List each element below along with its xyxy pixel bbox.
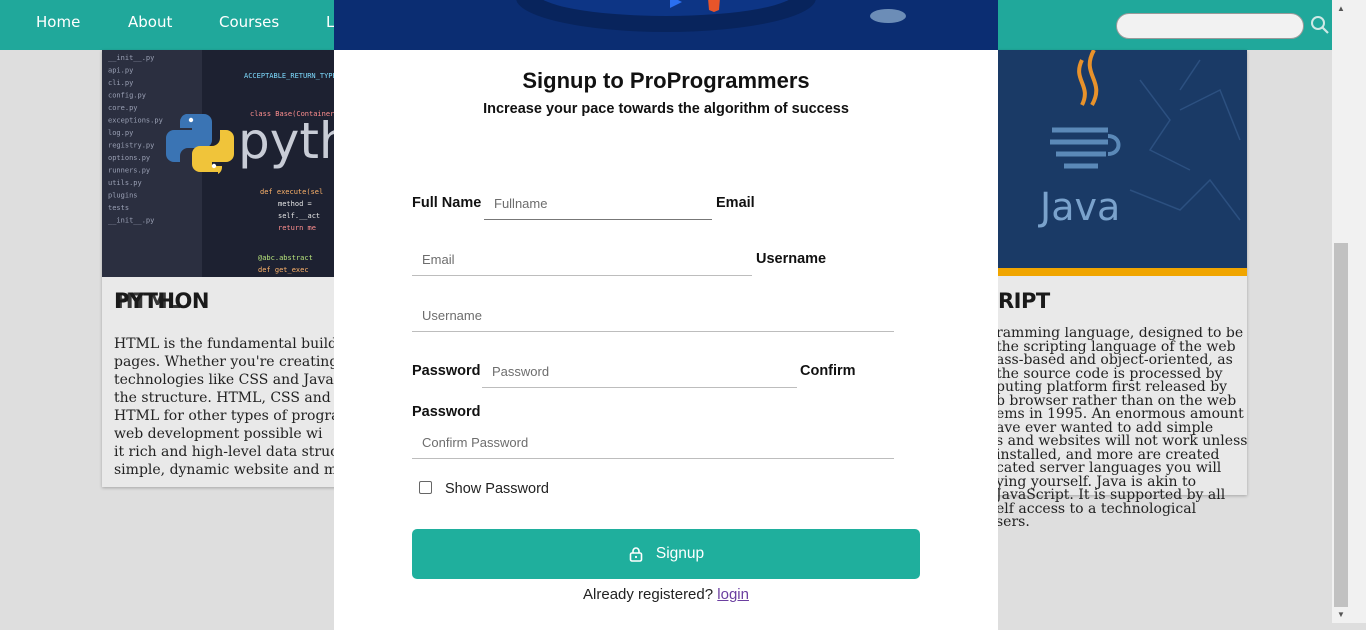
file-line: plugins bbox=[108, 192, 138, 200]
file-line: exceptions.py bbox=[108, 117, 163, 125]
file-line: log.py bbox=[108, 129, 133, 137]
email-input[interactable] bbox=[412, 243, 752, 276]
code-line: def get_exec bbox=[258, 266, 309, 274]
fullname-label: Full Name bbox=[412, 195, 482, 211]
scroll-up-arrow-icon[interactable]: ▲ bbox=[1337, 4, 1345, 13]
code-line: method = bbox=[278, 200, 312, 208]
signup-button-label: Signup bbox=[655, 545, 705, 562]
text-line: the structure. HTML, CSS and Java bbox=[114, 390, 342, 406]
lock-icon bbox=[629, 547, 643, 562]
text-line: technologies like CSS and JavaS bbox=[114, 372, 342, 388]
python-code-background: __init__.py api.py cli.py config.py core.py e… bbox=[102, 50, 342, 277]
already-registered-text: Already registered? login bbox=[334, 586, 998, 603]
java-logo-text: Java bbox=[1038, 185, 1120, 229]
scrollbar-thumb[interactable] bbox=[1334, 243, 1348, 607]
password-input[interactable] bbox=[482, 355, 797, 388]
python-card-image: __init__.py api.py cli.py config.py core.py e… bbox=[102, 50, 342, 277]
card-text-java: ramming language, designed to be the scr… bbox=[996, 327, 1247, 530]
code-line: return me bbox=[278, 224, 316, 232]
scroll-down-arrow-icon[interactable]: ▼ bbox=[1337, 610, 1345, 619]
code-line: ACCEPTABLE_RETURN_TYPES = bbox=[244, 72, 342, 80]
confirm-password-input[interactable] bbox=[412, 426, 894, 459]
code-line: self.__act bbox=[278, 212, 320, 220]
card-text-python: HTML is the fundamental building pages. … bbox=[114, 335, 342, 479]
file-line: cli.py bbox=[108, 79, 133, 87]
file-line: tests bbox=[108, 204, 129, 212]
modal-title: Signup to ProProgrammers bbox=[522, 68, 810, 93]
show-password-label[interactable]: Show Password bbox=[445, 481, 549, 497]
modal-banner-art bbox=[334, 0, 998, 50]
modal-banner bbox=[334, 0, 998, 50]
show-password-checkbox[interactable] bbox=[419, 481, 432, 494]
file-line: registry.py bbox=[108, 142, 154, 150]
file-line: runners.py bbox=[108, 167, 150, 175]
file-line: utils.py bbox=[108, 179, 142, 187]
nav-link-home[interactable]: Home bbox=[36, 13, 80, 31]
search-icon[interactable] bbox=[1310, 15, 1330, 35]
text-line: pages. Whether you're creating bbox=[114, 354, 339, 370]
text-line: web development possible wi bbox=[114, 426, 323, 442]
text-line: sers. bbox=[996, 514, 1030, 530]
nav-link-courses[interactable]: Courses bbox=[219, 13, 279, 31]
confirm-label-continued: Password bbox=[412, 404, 481, 420]
text-line: it rich and high-level data struc bbox=[114, 444, 338, 460]
file-line: __init__.py bbox=[108, 54, 154, 62]
python-logo-text: pyth bbox=[238, 112, 342, 170]
code-line: def execute(sel bbox=[260, 188, 323, 196]
username-label: Username bbox=[756, 251, 827, 267]
java-card-image: Java bbox=[990, 50, 1247, 276]
card-title-html: HTML bbox=[116, 289, 181, 313]
card-title-javascript: RIPT bbox=[998, 289, 1050, 313]
file-line: options.py bbox=[108, 154, 150, 162]
password-label: Password bbox=[412, 363, 481, 379]
java-background: Java bbox=[990, 50, 1247, 276]
already-registered-label: Already registered? bbox=[583, 586, 714, 603]
course-card-java: Java RIPT ramming language, designed to … bbox=[990, 50, 1247, 529]
text-line: HTML for other types of program bbox=[114, 408, 342, 424]
confirm-label: Confirm bbox=[800, 363, 856, 379]
modal-subtitle: Increase your pace towards the algorithm… bbox=[483, 101, 849, 117]
text-line: HTML is the fundamental building bbox=[114, 336, 342, 352]
login-link[interactable]: login bbox=[717, 586, 749, 603]
course-card-python: __init__.py api.py cli.py config.py core.py e… bbox=[102, 50, 342, 487]
email-label: Email bbox=[716, 195, 755, 211]
text-line: simple, dynamic website and more bbox=[114, 462, 342, 478]
username-input[interactable] bbox=[412, 299, 894, 332]
signup-button[interactable]: Signup bbox=[412, 529, 920, 579]
nav-search-input[interactable] bbox=[1116, 13, 1304, 39]
fullname-input[interactable] bbox=[484, 187, 712, 220]
file-line: config.py bbox=[108, 92, 146, 100]
code-line: @abc.abstract bbox=[258, 254, 313, 262]
file-line: __init__.py bbox=[108, 217, 154, 225]
text-line: elf access to a technological bbox=[996, 500, 1197, 517]
file-line: api.py bbox=[108, 67, 133, 75]
file-line: core.py bbox=[108, 104, 138, 112]
nav-link-about[interactable]: About bbox=[128, 13, 172, 31]
